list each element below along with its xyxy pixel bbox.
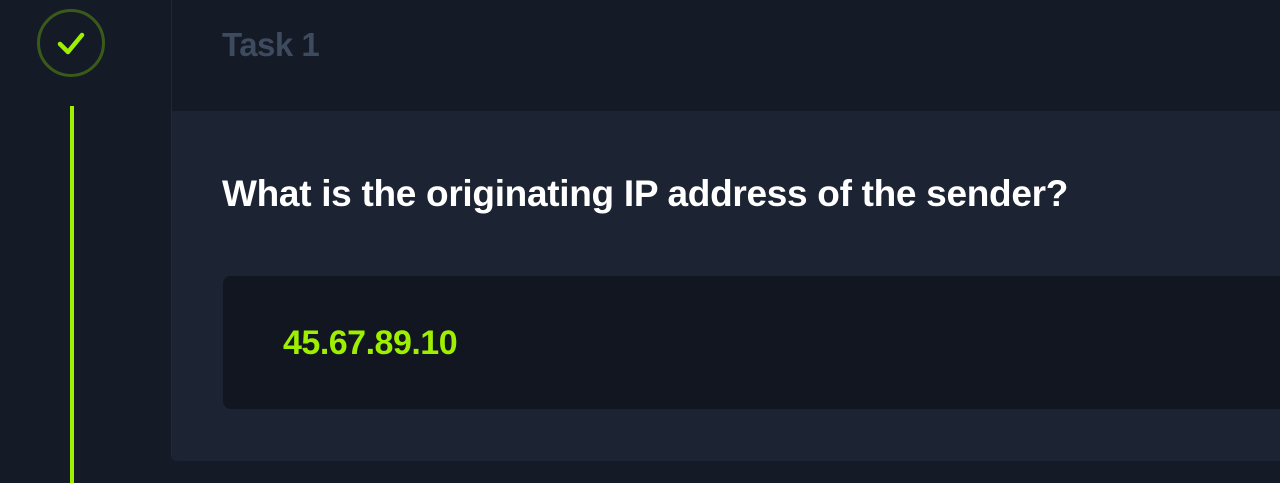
task-body: What is the originating IP address of th… xyxy=(172,111,1280,461)
task-timeline xyxy=(0,0,170,483)
task-view: Task 1 What is the originating IP addres… xyxy=(0,0,1280,483)
completed-status-badge xyxy=(37,9,105,77)
answer-field[interactable]: 45.67.89.10 xyxy=(223,276,1280,409)
answer-value: 45.67.89.10 xyxy=(283,324,458,362)
task-header[interactable]: Task 1 xyxy=(172,0,1280,111)
question-text: What is the originating IP address of th… xyxy=(222,173,1069,214)
task-title: Task 1 xyxy=(222,26,320,63)
timeline-progress-line xyxy=(70,106,74,483)
check-icon xyxy=(57,32,85,55)
task-panel: Task 1 What is the originating IP addres… xyxy=(171,0,1280,461)
